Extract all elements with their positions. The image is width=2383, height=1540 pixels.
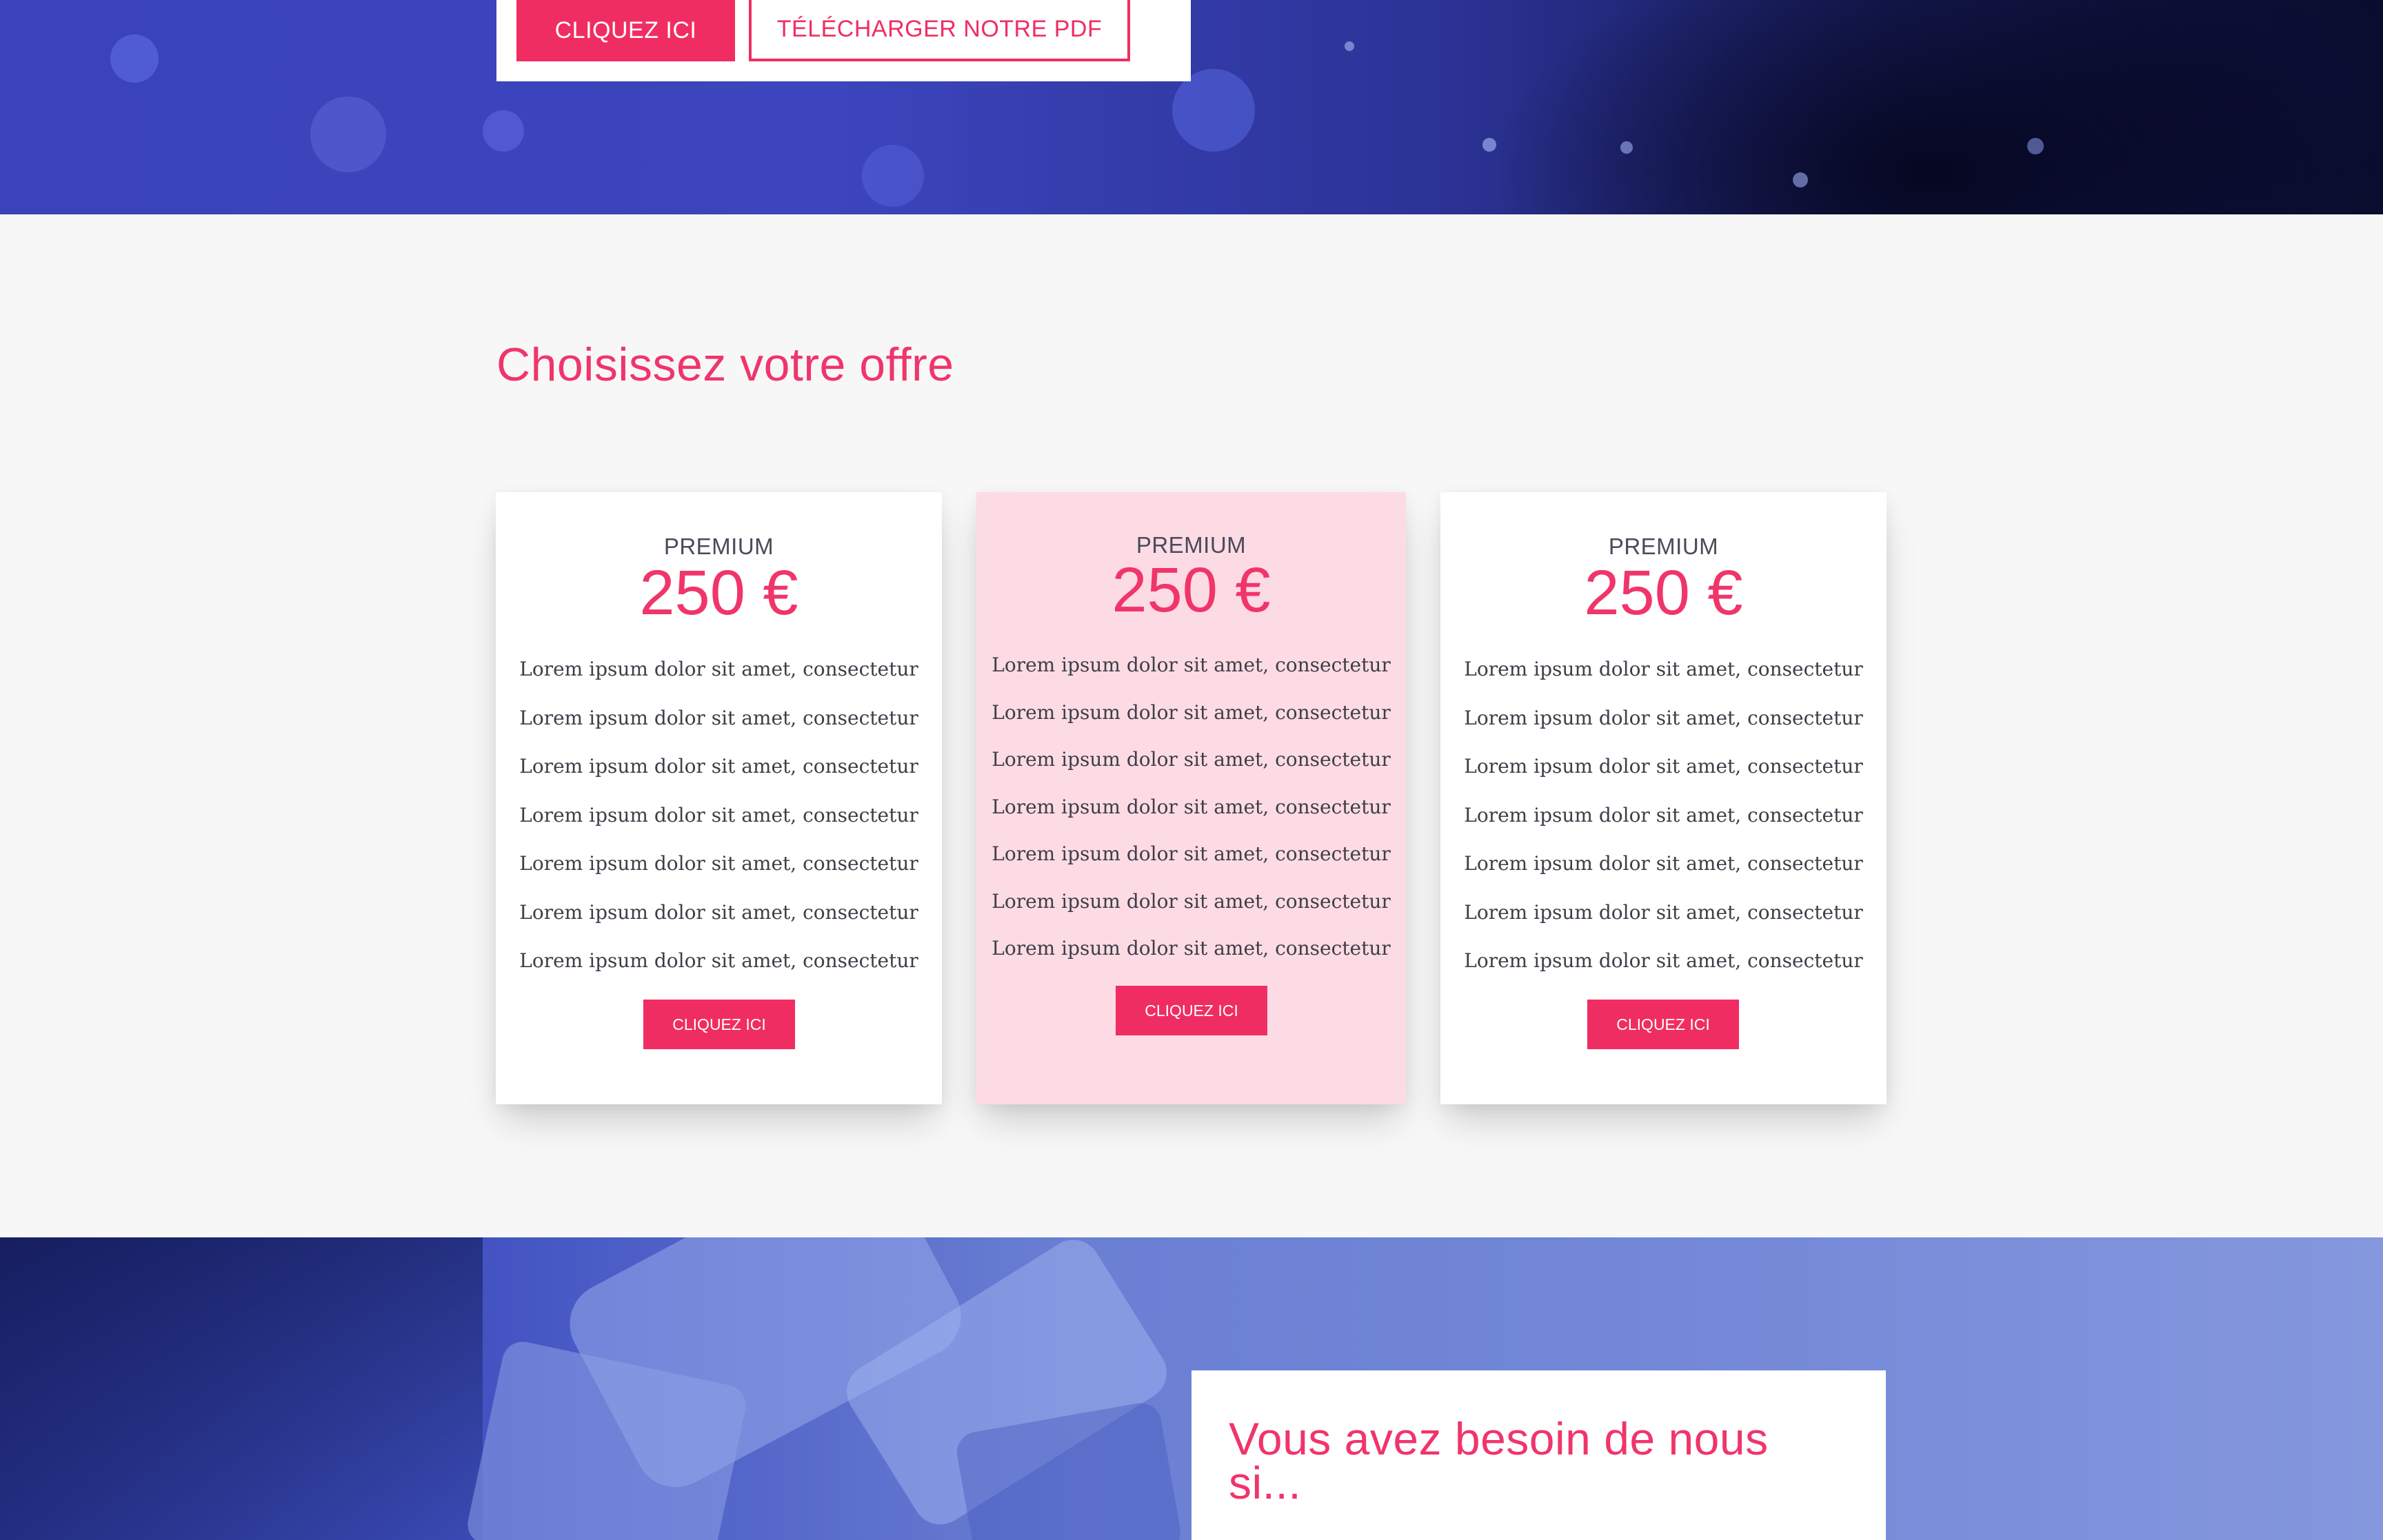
feature-item: Lorem ipsum dolor sit amet, consectetur bbox=[519, 658, 918, 680]
feature-item: Lorem ipsum dolor sit amet, consectetur bbox=[992, 842, 1391, 865]
plan-name: PREMIUM bbox=[663, 534, 774, 559]
feature-list: Lorem ipsum dolor sit amet, consectetur … bbox=[496, 645, 942, 986]
feature-item: Lorem ipsum dolor sit amet, consectetur bbox=[992, 889, 1391, 913]
feature-item: Lorem ipsum dolor sit amet, consectetur bbox=[1464, 658, 1863, 680]
plan-cta-button[interactable]: CLIQUEZ ICI bbox=[643, 1000, 795, 1049]
plan-cta-button[interactable]: CLIQUEZ ICI bbox=[1116, 986, 1267, 1035]
plan-name: PREMIUM bbox=[1608, 534, 1719, 559]
plan-price: 250 € bbox=[1584, 558, 1743, 628]
pricing-title: Choisissez votre offre bbox=[496, 338, 954, 391]
pricing-card: PREMIUM 250 € Lorem ipsum dolor sit amet… bbox=[1440, 492, 1887, 1104]
pricing-card-featured: PREMIUM 250 € Lorem ipsum dolor sit amet… bbox=[976, 492, 1406, 1104]
feature-item: Lorem ipsum dolor sit amet, consectetur bbox=[1464, 900, 1863, 924]
feature-item: Lorem ipsum dolor sit amet, consectetur bbox=[1464, 949, 1863, 972]
contact-title: Vous avez besoin de nous si... bbox=[1229, 1413, 1769, 1508]
feature-item: Lorem ipsum dolor sit amet, consectetur bbox=[519, 755, 918, 778]
plan-cta-button[interactable]: CLIQUEZ ICI bbox=[1587, 1000, 1739, 1049]
feature-item: Lorem ipsum dolor sit amet, consectetur bbox=[1464, 755, 1863, 778]
feature-item: Lorem ipsum dolor sit amet, consectetur bbox=[1464, 852, 1863, 875]
plan-price: 250 € bbox=[1112, 555, 1271, 625]
feature-item: Lorem ipsum dolor sit amet, consectetur bbox=[992, 700, 1391, 724]
pricing-card: PREMIUM 250 € Lorem ipsum dolor sit amet… bbox=[496, 492, 942, 1104]
feature-item: Lorem ipsum dolor sit amet, consectetur bbox=[1464, 706, 1863, 729]
feature-item: Lorem ipsum dolor sit amet, consectetur bbox=[519, 949, 918, 972]
feature-item: Lorem ipsum dolor sit amet, consectetur bbox=[992, 748, 1391, 771]
plan-price: 250 € bbox=[639, 558, 798, 628]
feature-item: Lorem ipsum dolor sit amet, consectetur bbox=[1464, 803, 1863, 827]
feature-item: Lorem ipsum dolor sit amet, consectetur bbox=[519, 852, 918, 875]
feature-list: Lorem ipsum dolor sit amet, consectetur … bbox=[1440, 645, 1887, 986]
feature-item: Lorem ipsum dolor sit amet, consectetur bbox=[519, 900, 918, 924]
feature-list: Lorem ipsum dolor sit amet, consectetur … bbox=[976, 642, 1406, 973]
hero-cta-button[interactable]: CLIQUEZ ICI bbox=[516, 0, 735, 61]
hero-banner bbox=[0, 0, 2383, 214]
feature-item: Lorem ipsum dolor sit amet, consectetur bbox=[992, 795, 1391, 818]
feature-item: Lorem ipsum dolor sit amet, consectetur bbox=[519, 803, 918, 827]
download-pdf-button[interactable]: TÉLÉCHARGER NOTRE PDF bbox=[749, 0, 1130, 61]
feature-item: Lorem ipsum dolor sit amet, consectetur bbox=[992, 654, 1391, 676]
feature-item: Lorem ipsum dolor sit amet, consectetur bbox=[519, 706, 918, 729]
feature-item: Lorem ipsum dolor sit amet, consectetur bbox=[992, 937, 1391, 960]
